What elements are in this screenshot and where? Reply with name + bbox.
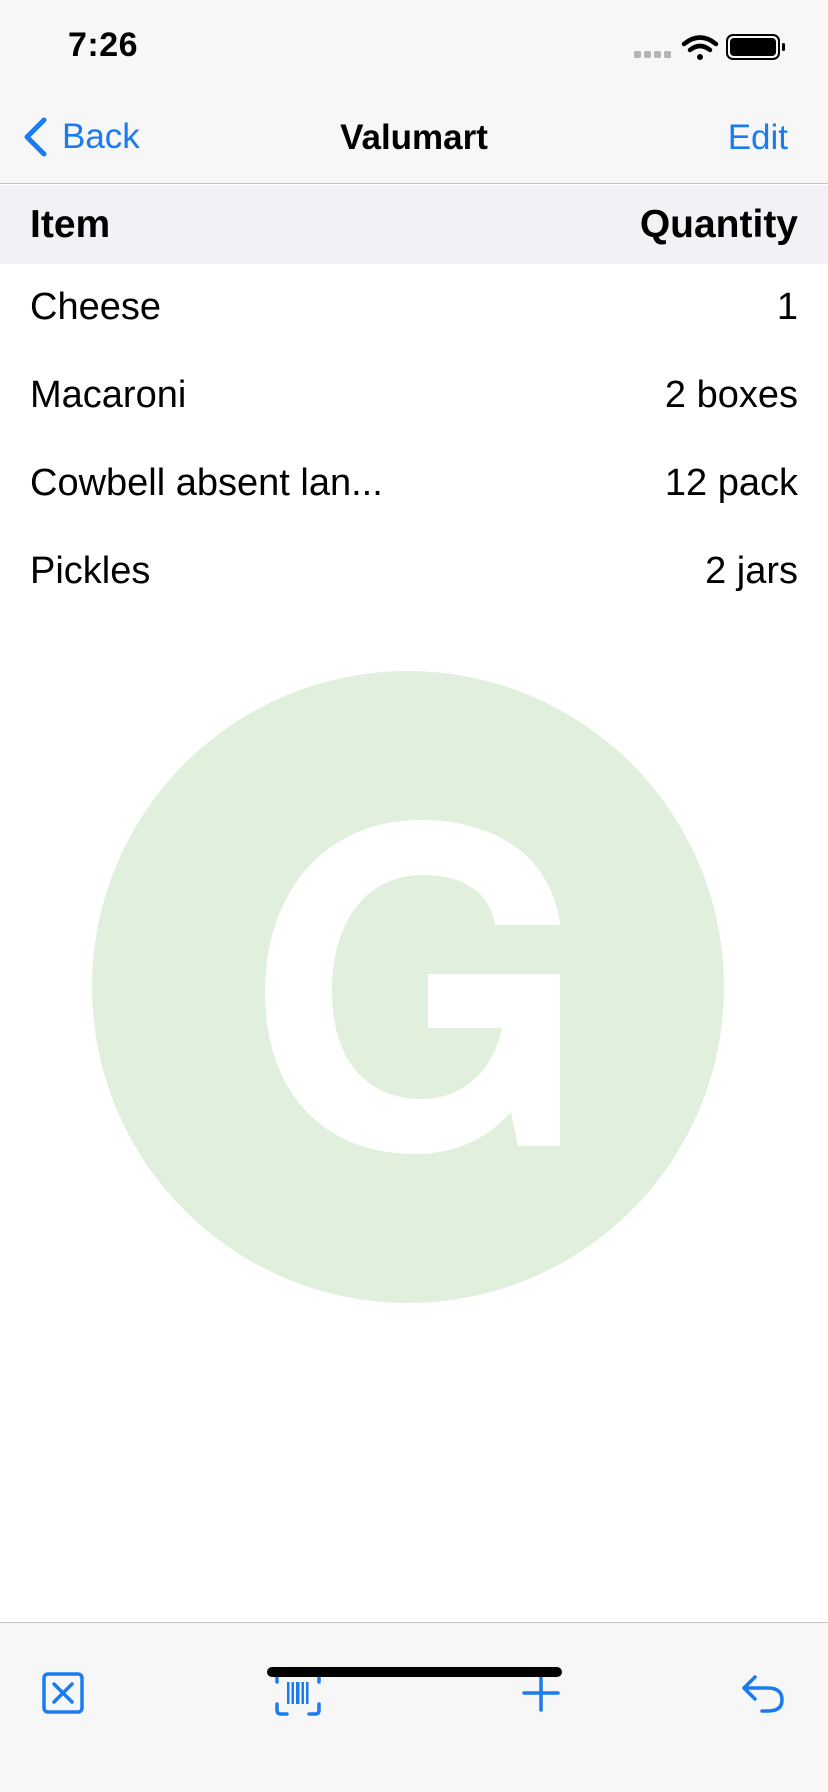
- row-item-quantity: 2 jars: [705, 550, 798, 592]
- row-item-name: Pickles: [30, 550, 151, 592]
- table-row[interactable]: Cowbell absent lan... 12 pack: [0, 440, 828, 528]
- clear-list-button[interactable]: [33, 1663, 93, 1723]
- battery-icon: [726, 34, 785, 60]
- table-row[interactable]: Pickles 2 jars: [0, 528, 828, 616]
- row-item-quantity: 2 boxes: [664, 374, 798, 416]
- page-title: Valumart: [340, 118, 488, 157]
- table-row[interactable]: Cheese 1: [0, 264, 828, 352]
- column-header-quantity: Quantity: [639, 203, 798, 246]
- status-bar: 7:26: [0, 0, 828, 94]
- cellular-signal-icon: [634, 51, 671, 58]
- status-icons: [634, 34, 785, 60]
- table-header: Item Quantity: [0, 185, 828, 264]
- row-item-quantity: 1: [776, 286, 798, 328]
- wifi-icon: [681, 35, 719, 60]
- add-icon: [522, 1674, 560, 1712]
- item-list: Cheese 1 Macaroni 2 boxes Cowbell absent…: [0, 264, 828, 616]
- row-item-quantity: 12 pack: [664, 462, 798, 504]
- column-header-item: Item: [30, 203, 111, 246]
- row-item-name: Cowbell absent lan...: [30, 462, 383, 504]
- home-indicator: [267, 1667, 562, 1677]
- bottom-toolbar: [0, 1622, 828, 1792]
- clear-list-icon: [42, 1672, 84, 1714]
- undo-icon: [742, 1675, 784, 1713]
- table-row[interactable]: Macaroni 2 boxes: [0, 352, 828, 440]
- status-time: 7:26: [68, 26, 139, 64]
- row-item-name: Cheese: [30, 286, 161, 328]
- g-logo-icon: [92, 671, 724, 1303]
- navigation-bar: Back Valumart Edit: [0, 94, 828, 184]
- row-item-name: Macaroni: [30, 374, 187, 416]
- watermark-logo: [92, 671, 724, 1303]
- undo-button[interactable]: [733, 1663, 793, 1723]
- edit-button[interactable]: Edit: [728, 118, 788, 158]
